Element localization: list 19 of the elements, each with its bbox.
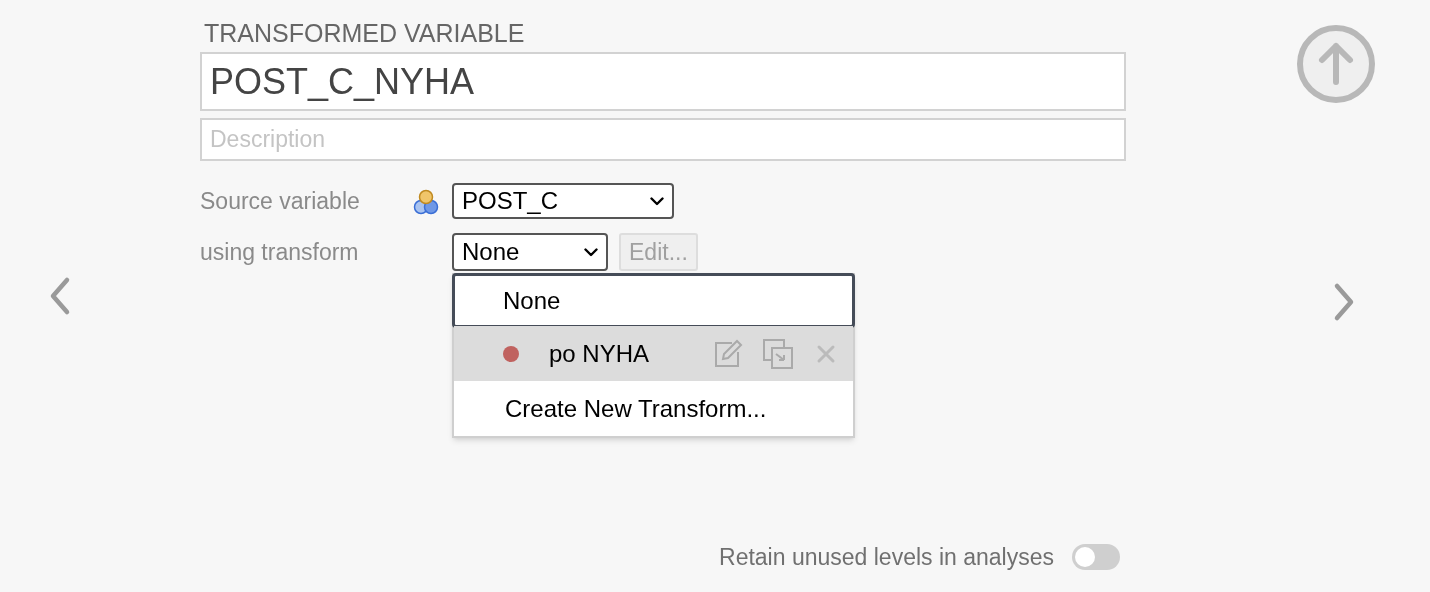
- field-label: Source variable: [200, 186, 361, 216]
- chevron-down-icon: [650, 196, 664, 206]
- toggle-switch[interactable]: [1072, 543, 1120, 570]
- menu-item[interactable]: None: [452, 273, 855, 328]
- delete-icon[interactable]: [816, 343, 836, 364]
- chevron-down-icon: [584, 247, 598, 257]
- up-arrow-button[interactable]: [1296, 24, 1376, 104]
- variable-name-field[interactable]: POST_C_NYHA: [200, 52, 1126, 111]
- edit-icon[interactable]: [712, 338, 744, 369]
- transform-select[interactable]: None: [452, 233, 608, 271]
- duplicate-icon[interactable]: [762, 337, 794, 370]
- toggle-label: Retain unused levels in analyses: [719, 542, 1054, 572]
- section-heading: TRANSFORMED VARIABLE: [203, 18, 525, 48]
- menu-item[interactable]: Create New Transform...: [454, 381, 853, 436]
- menu-item[interactable]: po NYHA: [454, 326, 853, 381]
- description-field[interactable]: Description: [200, 118, 1126, 161]
- source-variable-select[interactable]: POST_C: [452, 183, 674, 219]
- menu-item-label: po NYHA: [549, 338, 651, 369]
- field-label: using transform: [200, 237, 360, 267]
